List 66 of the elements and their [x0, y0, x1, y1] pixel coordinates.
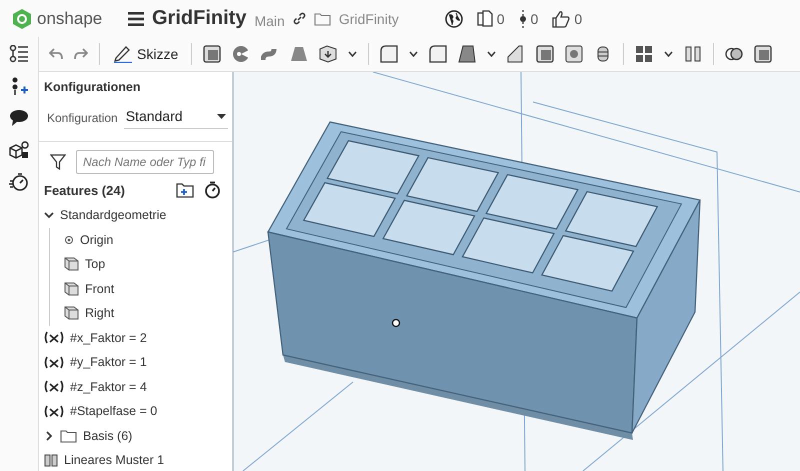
tree-label: Right [85, 306, 114, 320]
chevron-icon[interactable] [44, 430, 54, 441]
folder-icon [60, 428, 77, 443]
stopwatch-icon[interactable] [9, 173, 29, 191]
variable-icon [44, 356, 64, 369]
globe-icon[interactable] [444, 10, 463, 28]
counter-value: 0 [574, 10, 582, 26]
folder-icon [314, 12, 331, 26]
feature-list-icon[interactable] [9, 45, 29, 63]
tree-label: Front [85, 282, 114, 296]
menu-icon[interactable] [128, 12, 144, 26]
config-dropdown[interactable]: Standard [124, 106, 228, 129]
panel-title: Konfigurationen [44, 80, 142, 94]
filter-icon[interactable] [50, 154, 66, 170]
tree-label: #z_Faktor = 4 [70, 380, 147, 394]
brand-name: onshape [37, 8, 102, 28]
logo-icon [12, 8, 32, 30]
tree-label: Standardgeometrie [60, 208, 166, 222]
tree-label: Lineares Muster 1 [64, 453, 164, 468]
tree-item[interactable]: #Stapelfase = 0 [44, 399, 232, 424]
caret-icon[interactable] [409, 51, 418, 57]
stopwatch-icon[interactable] [204, 181, 221, 199]
tree-item[interactable]: Standardgeometrie [44, 203, 232, 228]
tree-label: Top [85, 257, 106, 272]
counter-value: 0 [530, 10, 538, 26]
tree-item[interactable]: #x_Faktor = 2 [44, 326, 232, 350]
parts-icon[interactable] [9, 141, 29, 159]
search-field[interactable]: Nach Name oder Typ fi [76, 150, 214, 174]
tree-label: #y_Faktor = 1 [70, 355, 147, 370]
cone-icon[interactable] [290, 45, 308, 63]
tree-label: Basis (6) [83, 428, 132, 443]
dropdown-caret-icon [216, 114, 226, 118]
caret-icon[interactable] [664, 51, 674, 57]
tree-label: Origin [80, 232, 114, 247]
tree-item[interactable]: Right [64, 301, 232, 326]
tree-item[interactable]: Origin [64, 228, 232, 252]
version-icon[interactable] [518, 10, 527, 28]
bin-model-drawing[interactable] [267, 121, 701, 440]
undo-icon[interactable] [49, 48, 63, 60]
caret-icon[interactable] [487, 51, 496, 57]
sketch-button[interactable]: Skizze [111, 43, 180, 65]
tree-item[interactable]: #z_Faktor = 4 [44, 374, 232, 399]
thumbs-up-icon[interactable] [552, 10, 570, 28]
tree-item[interactable]: Top [64, 252, 232, 276]
tree-label: #Stapelfase = 0 [70, 404, 158, 418]
tree-label: #x_Faktor = 2 [70, 330, 147, 345]
comment-icon[interactable] [9, 109, 29, 127]
origin-icon [64, 234, 74, 245]
document-title: GridFinity [152, 7, 246, 30]
chevron-icon[interactable] [44, 210, 54, 220]
tree-item[interactable]: Lineares Muster 1 [44, 448, 232, 471]
copy-icon[interactable] [476, 10, 493, 27]
new-folder-icon[interactable] [176, 182, 194, 198]
tree-item[interactable]: Basis (6) [44, 424, 232, 448]
pencil-icon [113, 45, 133, 63]
config-label: Konfiguration [47, 110, 118, 124]
features-heading: Features (24) [44, 182, 126, 198]
redo-icon[interactable] [74, 48, 88, 60]
variable-icon [44, 380, 64, 394]
variable-icon [44, 331, 64, 344]
link-icon[interactable] [292, 12, 306, 25]
counter-value: 0 [496, 10, 505, 26]
caret-icon[interactable] [348, 51, 358, 57]
tree-item[interactable]: #y_Faktor = 1 [44, 350, 232, 374]
variable-icon [44, 404, 64, 418]
tree-item[interactable]: Front [64, 276, 232, 301]
